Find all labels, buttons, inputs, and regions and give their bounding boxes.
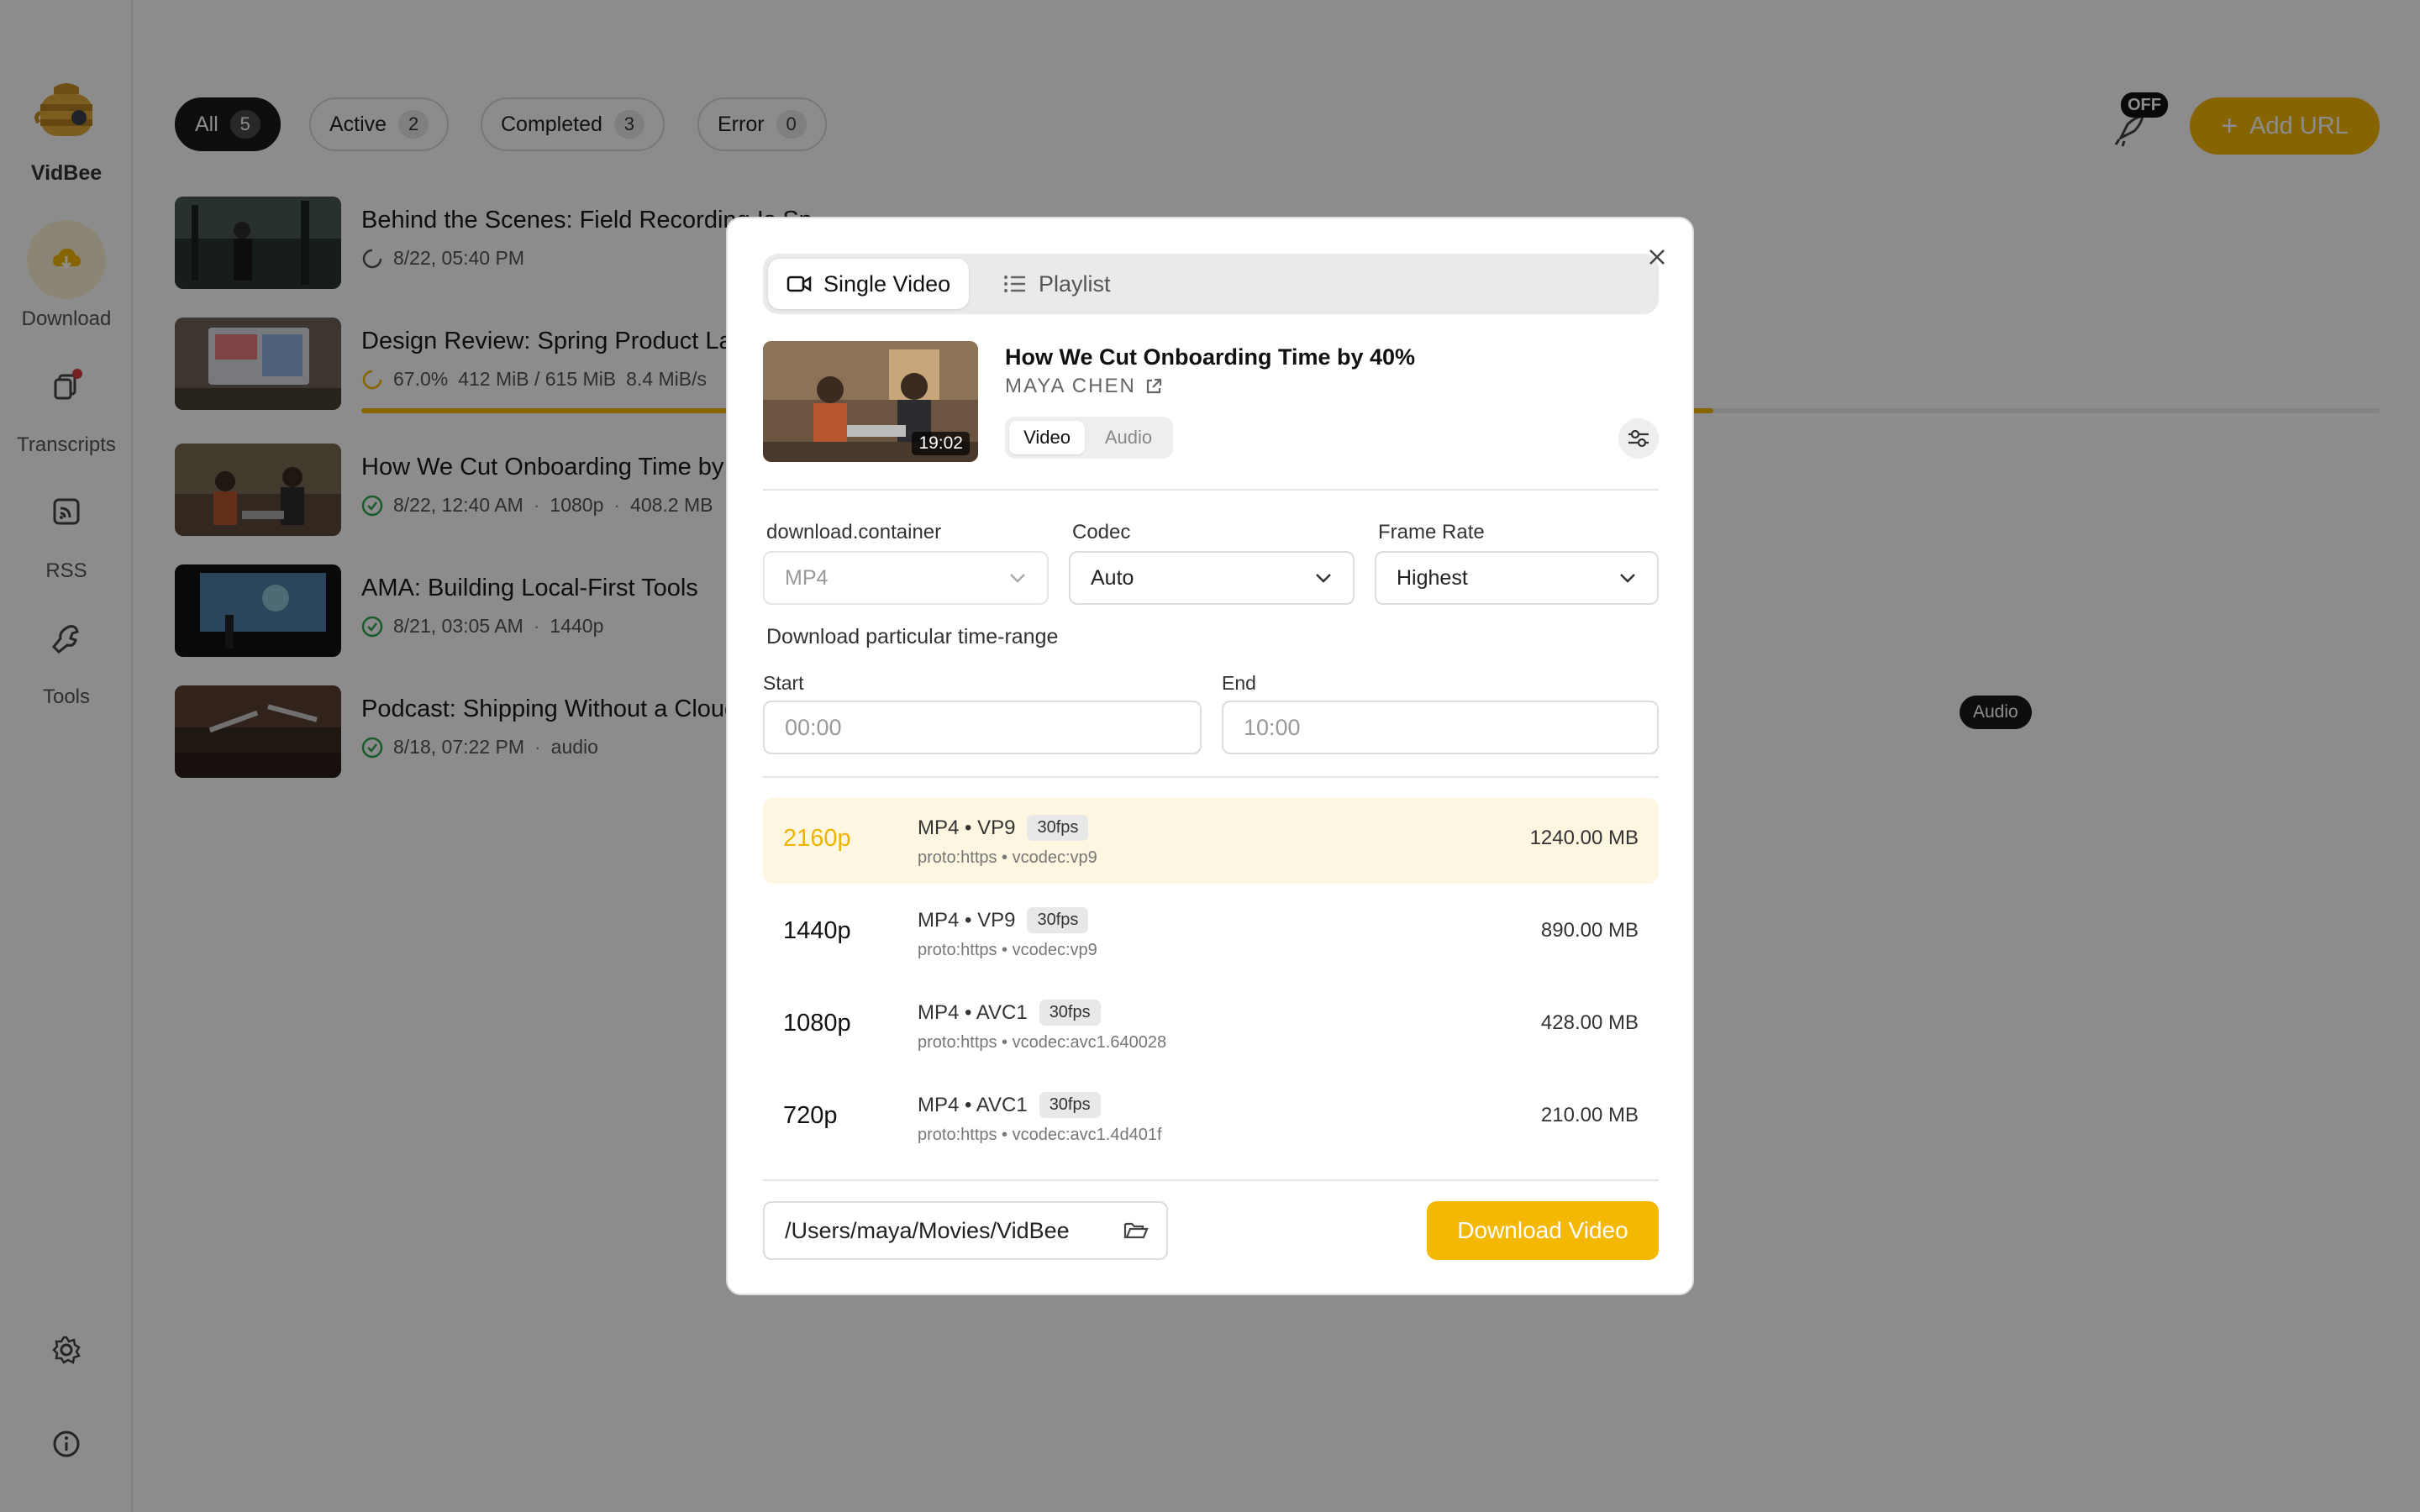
- format-row[interactable]: 1440p MP4 • VP9 30fps proto:https • vcod…: [763, 890, 1659, 976]
- end-time-input[interactable]: 10:00: [1222, 701, 1659, 754]
- codec-text: MP4 • AVC1: [918, 1000, 1028, 1024]
- advanced-options-button[interactable]: [1618, 418, 1659, 459]
- format-codec: MP4 • VP9 30fps: [918, 815, 1089, 841]
- chevron-down-icon: [1316, 574, 1331, 583]
- chevron-down-icon: [1010, 574, 1025, 583]
- format-codec: MP4 • VP9 30fps: [918, 907, 1089, 933]
- format-resolution: 720p: [783, 1102, 838, 1129]
- format-codec: MP4 • AVC1 30fps: [918, 1092, 1101, 1118]
- video-duration: 19:02: [912, 432, 970, 455]
- media-type-toggle: Video Audio: [1005, 417, 1173, 459]
- save-path-text: /Users/maya/Movies/VidBee: [785, 1217, 1070, 1243]
- format-size: 210.00 MB: [1540, 1104, 1639, 1126]
- video-preview-thumbnail: 19:02: [763, 341, 978, 462]
- video-author[interactable]: MAYA CHEN: [1005, 375, 1163, 398]
- divider: [763, 776, 1659, 778]
- format-proto: proto:https • vcodec:vp9: [918, 941, 1097, 959]
- format-resolution: 1440p: [783, 917, 851, 944]
- codec-select[interactable]: Auto: [1069, 551, 1355, 605]
- format-row[interactable]: 2160p MP4 • VP9 30fps proto:https • vcod…: [763, 798, 1659, 884]
- format-size: 428.00 MB: [1540, 1011, 1639, 1034]
- video-type-button[interactable]: Video: [1009, 421, 1085, 454]
- fps-badge: 30fps: [1027, 815, 1089, 841]
- download-video-button[interactable]: Download Video: [1427, 1201, 1659, 1260]
- external-link-icon[interactable]: [1144, 377, 1163, 396]
- fps-badge: 30fps: [1039, 1000, 1101, 1026]
- format-row[interactable]: 1080p MP4 • AVC1 30fps proto:https • vco…: [763, 983, 1659, 1068]
- codec-text: MP4 • VP9: [918, 816, 1016, 839]
- close-button[interactable]: [1639, 239, 1676, 276]
- download-dialog: Single Video Playlist 19:02 How We Cut O…: [726, 217, 1694, 1295]
- format-size: 1240.00 MB: [1529, 827, 1639, 849]
- format-size: 890.00 MB: [1540, 919, 1639, 942]
- tab-label: Single Video: [823, 270, 951, 297]
- start-label: Start: [763, 672, 804, 694]
- format-resolution: 1080p: [783, 1010, 851, 1037]
- time-range-label: Download particular time-range: [766, 625, 1059, 648]
- audio-type-button[interactable]: Audio: [1089, 421, 1168, 454]
- codec-text: MP4 • AVC1: [918, 1093, 1028, 1116]
- framerate-value: Highest: [1397, 565, 1468, 590]
- tab-single-video[interactable]: Single Video: [768, 259, 970, 309]
- sliders-icon: [1628, 429, 1649, 448]
- codec-text: MP4 • VP9: [918, 908, 1016, 932]
- framerate-select[interactable]: Highest: [1375, 551, 1659, 605]
- tab-label: Playlist: [1039, 270, 1111, 297]
- container-label: download.container: [766, 521, 942, 543]
- container-value: MP4: [785, 565, 829, 590]
- format-codec: MP4 • AVC1 30fps: [918, 1000, 1101, 1026]
- tab-playlist[interactable]: Playlist: [985, 259, 1129, 309]
- start-time-input[interactable]: 00:00: [763, 701, 1202, 754]
- format-proto: proto:https • vcodec:avc1.4d401f: [918, 1126, 1162, 1144]
- container-select[interactable]: MP4: [763, 551, 1049, 605]
- save-path-field[interactable]: /Users/maya/Movies/VidBee: [763, 1201, 1168, 1260]
- video-camera-icon: [786, 276, 812, 292]
- fps-badge: 30fps: [1027, 907, 1089, 933]
- close-icon: [1649, 249, 1665, 265]
- format-proto: proto:https • vcodec:avc1.640028: [918, 1033, 1167, 1052]
- codec-value: Auto: [1091, 565, 1134, 590]
- divider: [763, 1179, 1659, 1181]
- codec-label: Codec: [1072, 521, 1131, 543]
- fps-badge: 30fps: [1039, 1092, 1101, 1118]
- chevron-down-icon: [1620, 574, 1635, 583]
- framerate-label: Frame Rate: [1378, 521, 1485, 543]
- video-title: How We Cut Onboarding Time by 40%: [1005, 344, 1416, 370]
- author-name: MAYA CHEN: [1005, 375, 1136, 397]
- format-row[interactable]: 720p MP4 • AVC1 30fps proto:https • vcod…: [763, 1075, 1659, 1161]
- list-icon: [1004, 276, 1025, 292]
- mode-tabs: Single Video Playlist: [763, 254, 1659, 314]
- end-label: End: [1222, 672, 1256, 694]
- divider: [763, 489, 1659, 491]
- folder-open-icon[interactable]: [1123, 1219, 1150, 1242]
- format-resolution: 2160p: [783, 825, 851, 852]
- format-proto: proto:https • vcodec:vp9: [918, 848, 1097, 867]
